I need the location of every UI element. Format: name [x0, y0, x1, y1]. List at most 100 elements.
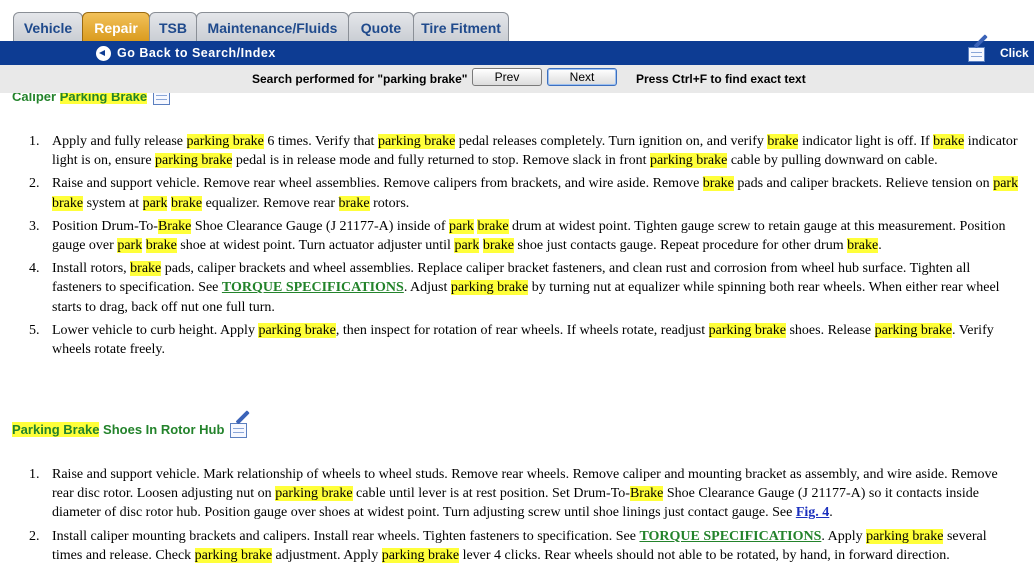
step-text: Shoe Clearance Gauge (J 21177-A) inside … [191, 218, 450, 234]
search-highlight: brake [170, 195, 203, 211]
figure-link[interactable]: Fig. 4 [796, 505, 829, 520]
search-highlight: parking brake [381, 547, 460, 563]
step-text: Install rotors, [52, 261, 131, 277]
search-highlight: parking brake [186, 134, 264, 149]
search-highlight: brake [130, 261, 162, 277]
tab-tire-fitment[interactable]: Tire Fitment [413, 12, 509, 42]
step-text: pads and caliper brackets. Relieve tensi… [733, 176, 994, 192]
step-text: . Apply [821, 528, 867, 544]
tab-bar: Vehicle Repair TSB Maintenance/Fluids Qu… [0, 0, 1034, 42]
step-text: indicator light is off. If [798, 134, 934, 149]
procedure-list: 1. Apply and fully release parking brake … [0, 132, 1034, 363]
procedure-list: 1. Raise and support vehicle. Mark relati… [0, 465, 1034, 569]
find-hint-text: Press Ctrl+F to find exact text [636, 72, 806, 86]
torque-specifications-link[interactable]: TORQUE SPECIFICATIONS [222, 280, 404, 295]
step-text: shoe just contacts gauge. Repeat procedu… [513, 238, 848, 254]
step-text: . [829, 505, 833, 521]
procedure-step: 4. Install rotors, brake pads, caliper br… [0, 259, 1034, 317]
back-arrow-icon [96, 45, 111, 61]
search-highlight: parking brake [275, 486, 353, 502]
search-highlight: park [993, 176, 1019, 192]
search-highlight: parking brake [377, 134, 456, 149]
step-number: 4. [29, 261, 40, 277]
step-text: . Adjust [403, 280, 451, 296]
tab-repair[interactable]: Repair [82, 12, 150, 42]
search-highlight: Brake [157, 218, 192, 234]
search-highlight: brake [702, 176, 734, 192]
procedure-step: 2. Install caliper mounting brackets and … [0, 527, 1034, 565]
search-highlight: brake [847, 238, 879, 254]
search-highlight: park [454, 238, 480, 254]
step-text: Apply and fully release [52, 134, 187, 149]
search-highlight: parking brake [649, 153, 728, 169]
tab-maintenance-fluids[interactable]: Maintenance/Fluids [196, 12, 349, 42]
section-title: Parking Brake Shoes In Rotor Hub [12, 421, 225, 437]
search-highlight: brake [767, 134, 799, 149]
tab-quote[interactable]: Quote [348, 12, 414, 42]
step-text: rotors. [369, 195, 410, 211]
step-text: system at [83, 195, 143, 211]
step-text: shoe at widest point. Turn actuator adju… [176, 238, 455, 254]
search-highlight: parking brake [708, 322, 786, 338]
search-highlight: brake [52, 195, 84, 211]
notes-click-link[interactable]: Click [966, 34, 1029, 65]
step-number: 2. [29, 528, 40, 544]
procedure-step: 5. Lower vehicle to curb height. Apply pa… [0, 321, 1034, 359]
search-highlight: parking brake [258, 322, 336, 338]
search-highlight: brake [477, 218, 509, 234]
step-text: Position Drum-To- [52, 218, 158, 234]
step-text: Install caliper mounting brackets and ca… [52, 528, 640, 544]
search-highlight: brake [482, 238, 514, 254]
step-text: cable until lever is at rest position. S… [352, 486, 630, 502]
step-number: 1. [29, 467, 40, 482]
note-icon[interactable] [228, 410, 252, 441]
tab-vehicle[interactable]: Vehicle [13, 12, 83, 42]
search-highlight: park [449, 218, 474, 234]
search-highlight: parking brake [450, 280, 529, 296]
click-label: Click [1000, 46, 1029, 60]
step-text: 6 times. Verify that [263, 134, 378, 149]
step-text: lever 4 clicks. Rear wheels should not a… [459, 547, 950, 563]
notepad-icon [966, 34, 990, 65]
procedure-step: 1. Raise and support vehicle. Mark relati… [0, 465, 1034, 523]
section-title: Caliper Parking Brake [12, 93, 148, 104]
header-bar: Go Back to Search/Index Click [0, 34, 1034, 65]
step-text: . [878, 238, 882, 254]
search-highlight: brake [145, 238, 177, 254]
prev-button[interactable]: Prev [472, 68, 542, 86]
search-highlight: park [142, 195, 168, 211]
back-to-search-link[interactable]: Go Back to Search/Index [96, 45, 276, 61]
section-heading: Caliper Parking Brake [12, 93, 175, 108]
tab-tsb[interactable]: TSB [149, 12, 197, 42]
torque-specifications-link[interactable]: TORQUE SPECIFICATIONS [639, 529, 821, 544]
search-highlight: brake [933, 134, 965, 149]
search-highlight: parking brake [194, 547, 273, 563]
step-text: adjustment. Apply [272, 547, 382, 563]
search-highlight: parking brake [874, 322, 952, 338]
section-heading: Parking Brake Shoes In Rotor Hub [12, 410, 252, 441]
step-number: 5. [29, 322, 40, 338]
procedure-step: 2. Raise and support vehicle. Remove rear… [0, 174, 1034, 212]
step-text: Raise and support vehicle. Remove rear w… [52, 176, 703, 192]
search-highlight: parking brake [155, 153, 233, 169]
procedure-step: 1. Apply and fully release parking brake … [0, 132, 1034, 170]
step-number: 3. [29, 218, 40, 234]
search-bar: Search performed for "parking brake" Pre… [0, 65, 1034, 93]
next-button[interactable]: Next [547, 68, 617, 86]
search-performed-text: Search performed for "parking brake" [252, 72, 468, 86]
step-text: shoes. Release [785, 322, 875, 338]
step-text: Lower vehicle to curb height. Apply [52, 322, 259, 338]
search-highlight: park [117, 238, 143, 254]
step-text: cable by pulling downward on cable. [727, 153, 938, 169]
step-text: , then inspect for rotation of rear whee… [335, 322, 709, 338]
step-text: pedal is in release mode and fully retur… [232, 153, 650, 169]
step-number: 1. [29, 134, 40, 149]
procedure-content: Caliper Parking Brake 1. Apply and fully … [0, 93, 1034, 570]
step-text: equalizer. Remove rear [202, 195, 339, 211]
procedure-step: 3. Position Drum-To-Brake Shoe Clearance … [0, 217, 1034, 255]
note-icon[interactable] [151, 93, 175, 108]
search-highlight: Brake [629, 486, 664, 502]
search-highlight: parking brake [866, 528, 944, 544]
step-text: pedal releases completely. Turn ignition… [455, 134, 768, 149]
search-highlight: brake [338, 195, 370, 211]
